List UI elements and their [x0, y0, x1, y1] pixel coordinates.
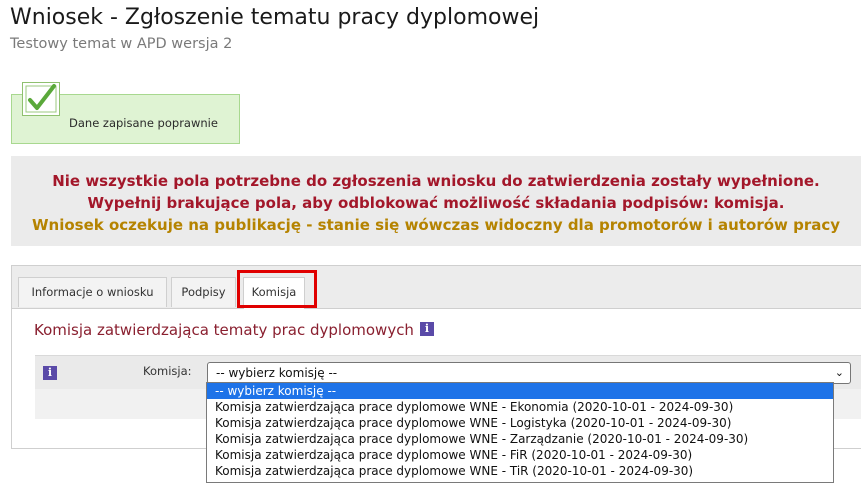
- dropdown-option[interactable]: Komisja zatwierdzająca prace dyplomowe W…: [207, 463, 833, 479]
- warning-line-1: Nie wszystkie pola potrzebne do zgłoszen…: [52, 172, 820, 190]
- checkmark-icon: [22, 82, 60, 116]
- komisja-select-value: -- wybierz komisję --: [216, 366, 338, 380]
- page-subtitle: Testowy temat w APD wersja 2: [10, 36, 233, 52]
- dropdown-option[interactable]: -- wybierz komisję --: [207, 383, 833, 399]
- komisja-dropdown-list[interactable]: -- wybierz komisję -- Komisja zatwierdza…: [206, 382, 834, 483]
- page-title: Wniosek - Zgłoszenie tematu pracy dyplom…: [10, 5, 540, 30]
- komisja-select[interactable]: -- wybierz komisję -- ⌄: [207, 362, 851, 384]
- warning-notice: Nie wszystkie pola potrzebne do zgłoszen…: [11, 156, 861, 246]
- dropdown-option[interactable]: Komisja zatwierdzająca prace dyplomowe W…: [207, 415, 833, 431]
- tab-podpisy[interactable]: Podpisy: [171, 277, 236, 307]
- komisja-label: Komisja:: [143, 364, 192, 378]
- tab-informacje-o-wniosku[interactable]: Informacje o wniosku: [18, 277, 167, 307]
- success-notice: Dane zapisane poprawnie: [11, 82, 240, 144]
- warning-line-2: Wypełnij brakujące pola, aby odblokować …: [87, 194, 785, 212]
- dropdown-option[interactable]: Komisja zatwierdzająca prace dyplomowe W…: [207, 399, 833, 415]
- success-message: Dane zapisane poprawnie: [69, 116, 218, 130]
- section-title-text: Komisja zatwierdzająca tematy prac dyplo…: [34, 321, 414, 339]
- chevron-down-icon: ⌄: [834, 366, 844, 379]
- tab-komisja[interactable]: Komisja: [243, 277, 305, 309]
- dropdown-option[interactable]: Komisja zatwierdzająca prace dyplomowe W…: [207, 431, 833, 447]
- section-title: Komisja zatwierdzająca tematy prac dyplo…: [34, 321, 434, 339]
- dropdown-option[interactable]: Komisja zatwierdzająca prace dyplomowe W…: [207, 447, 833, 463]
- tab-bar: Informacje o wniosku Podpisy Komisja: [12, 266, 861, 309]
- info-icon[interactable]: i: [43, 366, 57, 380]
- warning-line-3: Wniosek oczekuje na publikację - stanie …: [31, 216, 841, 234]
- info-icon[interactable]: i: [419, 321, 434, 336]
